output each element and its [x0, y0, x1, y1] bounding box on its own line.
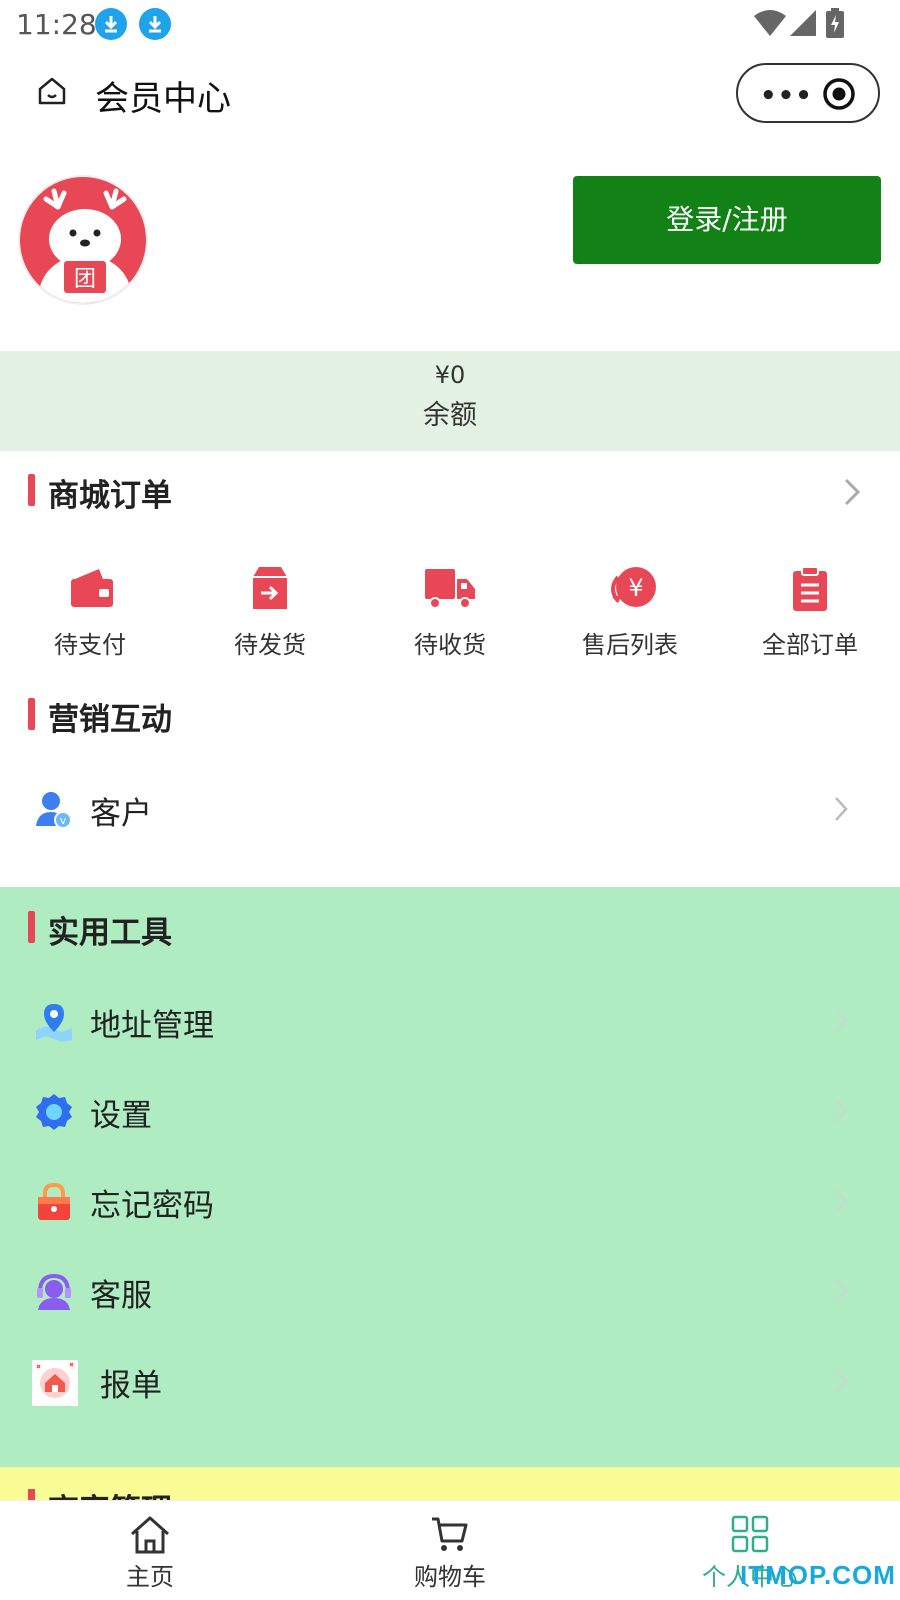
chevron-right-icon — [835, 1009, 848, 1033]
page-title: 会员中心 — [95, 79, 231, 119]
wallet-icon — [71, 569, 113, 607]
order-after-sales[interactable]: ¥ 售后列表 — [555, 565, 705, 665]
list-item-label: 设置 — [90, 1098, 152, 1134]
order-label: 售后列表 — [582, 631, 678, 659]
section-title-marketing: 营销互动 — [48, 702, 172, 738]
chevron-right-icon — [835, 1189, 848, 1213]
section-accent-bar — [28, 698, 35, 730]
nav-bar: 会员中心 ••• — [0, 55, 900, 135]
headset-icon — [37, 1273, 71, 1310]
section-accent-bar — [28, 1489, 35, 1500]
tab-home[interactable]: 主页 — [0, 1501, 300, 1600]
gear-icon — [36, 1094, 72, 1130]
chevron-right-icon — [835, 1099, 848, 1123]
login-register-button[interactable]: 登录/注册 — [573, 176, 881, 264]
order-label: 待支付 — [54, 631, 126, 659]
more-button[interactable]: ••• — [760, 81, 813, 111]
list-item-customer-service[interactable]: 客服 — [0, 1252, 900, 1332]
list-item-label: 客户 — [90, 796, 152, 832]
close-target-icon[interactable] — [822, 77, 856, 111]
order-label: 待发货 — [234, 631, 306, 659]
cart-icon — [432, 1517, 468, 1551]
section-header-tools: 实用工具 — [28, 907, 328, 951]
signal-icon — [790, 10, 816, 36]
lock-icon — [38, 1182, 70, 1220]
chevron-right-icon — [835, 1279, 848, 1303]
section-title-orders: 商城订单 — [48, 478, 172, 514]
list-item-customer[interactable]: v 客户 — [0, 770, 900, 850]
tab-label: 主页 — [126, 1563, 174, 1591]
list-item-report[interactable]: 报单 — [0, 1342, 900, 1422]
merchant-panel: 商家管理 — [0, 1467, 900, 1500]
tab-cart[interactable]: 购物车 — [300, 1501, 600, 1600]
avatar[interactable]: 团 — [18, 175, 148, 305]
chevron-right-icon — [835, 797, 848, 821]
map-pin-icon — [36, 1004, 72, 1042]
list-item-label: 忘记密码 — [90, 1188, 214, 1224]
download-icon — [95, 8, 127, 40]
battery-icon — [826, 8, 844, 38]
list-item-label: 客服 — [90, 1278, 152, 1314]
home-icon[interactable] — [36, 75, 68, 107]
list-item-label: 地址管理 — [90, 1008, 214, 1044]
box-icon — [253, 567, 287, 609]
wifi-icon — [754, 10, 786, 36]
balance-panel[interactable]: ¥0 余额 — [0, 351, 900, 451]
balance-label: 余额 — [423, 400, 477, 431]
status-time: 11:28 — [16, 8, 97, 41]
status-bar: 11:28 — [0, 0, 900, 50]
section-title-tools: 实用工具 — [48, 915, 172, 951]
list-item-forgot-password[interactable]: 忘记密码 — [0, 1162, 900, 1242]
svg-text:¥: ¥ — [628, 574, 643, 602]
svg-text:v: v — [60, 814, 67, 827]
order-label: 全部订单 — [762, 631, 858, 659]
order-label: 待收货 — [414, 631, 486, 659]
order-pending-payment[interactable]: 待支付 — [15, 565, 165, 665]
mini-program-capsule: ••• — [736, 63, 880, 123]
list-item-label: 报单 — [100, 1368, 162, 1404]
customer-icon: v — [36, 792, 72, 829]
avatar-badge: 团 — [74, 267, 96, 292]
section-accent-bar — [28, 911, 35, 943]
tab-label: 购物车 — [414, 1563, 486, 1591]
list-item-address[interactable]: 地址管理 — [0, 982, 900, 1062]
order-all[interactable]: 全部订单 — [735, 565, 885, 665]
home-icon — [131, 1516, 169, 1554]
clipboard-icon — [793, 566, 827, 611]
section-title-merchant: 商家管理 — [48, 1485, 172, 1500]
refund-icon: ¥ — [611, 567, 656, 607]
truck-icon — [425, 569, 475, 609]
house-icon — [32, 1360, 78, 1406]
watermark: ITMOP.COM — [740, 1560, 896, 1590]
chevron-right-icon — [844, 478, 860, 506]
download-icon — [139, 8, 171, 40]
balance-value: ¥0 — [434, 361, 466, 389]
order-pending-shipment[interactable]: 待发货 — [195, 565, 345, 665]
order-pending-receipt[interactable]: 待收货 — [375, 565, 525, 665]
section-header-orders[interactable]: 商城订单 — [28, 470, 868, 514]
section-header-marketing: 营销互动 — [28, 694, 328, 738]
grid-icon — [731, 1515, 769, 1553]
chevron-right-icon — [835, 1369, 848, 1393]
list-item-settings[interactable]: 设置 — [0, 1072, 900, 1152]
section-accent-bar — [28, 474, 35, 506]
